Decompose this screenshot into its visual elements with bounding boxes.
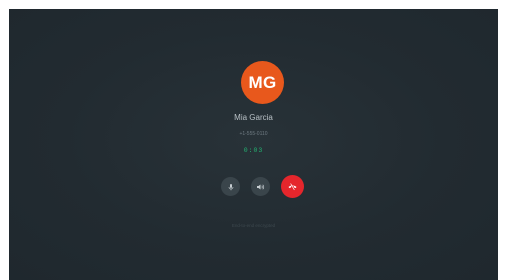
caller-number: +1-555-0110 [239, 131, 268, 137]
speaker-button[interactable] [251, 177, 270, 196]
caller-initials: MG [248, 72, 277, 92]
call-duration: 0:03 [243, 147, 264, 154]
caller-name: Mia Garcia [234, 113, 273, 122]
call-screen: MG Mia Garcia +1-555-0110 0:03 End-to-en… [9, 9, 498, 280]
encryption-hint: End-to-end encrypted [231, 223, 276, 228]
caller-avatar: MG [241, 61, 284, 104]
hang-up-icon [287, 181, 298, 192]
speaker-icon [256, 183, 265, 191]
mute-button[interactable] [221, 177, 240, 196]
end-call-button[interactable] [281, 175, 304, 198]
microphone-icon [227, 183, 235, 191]
